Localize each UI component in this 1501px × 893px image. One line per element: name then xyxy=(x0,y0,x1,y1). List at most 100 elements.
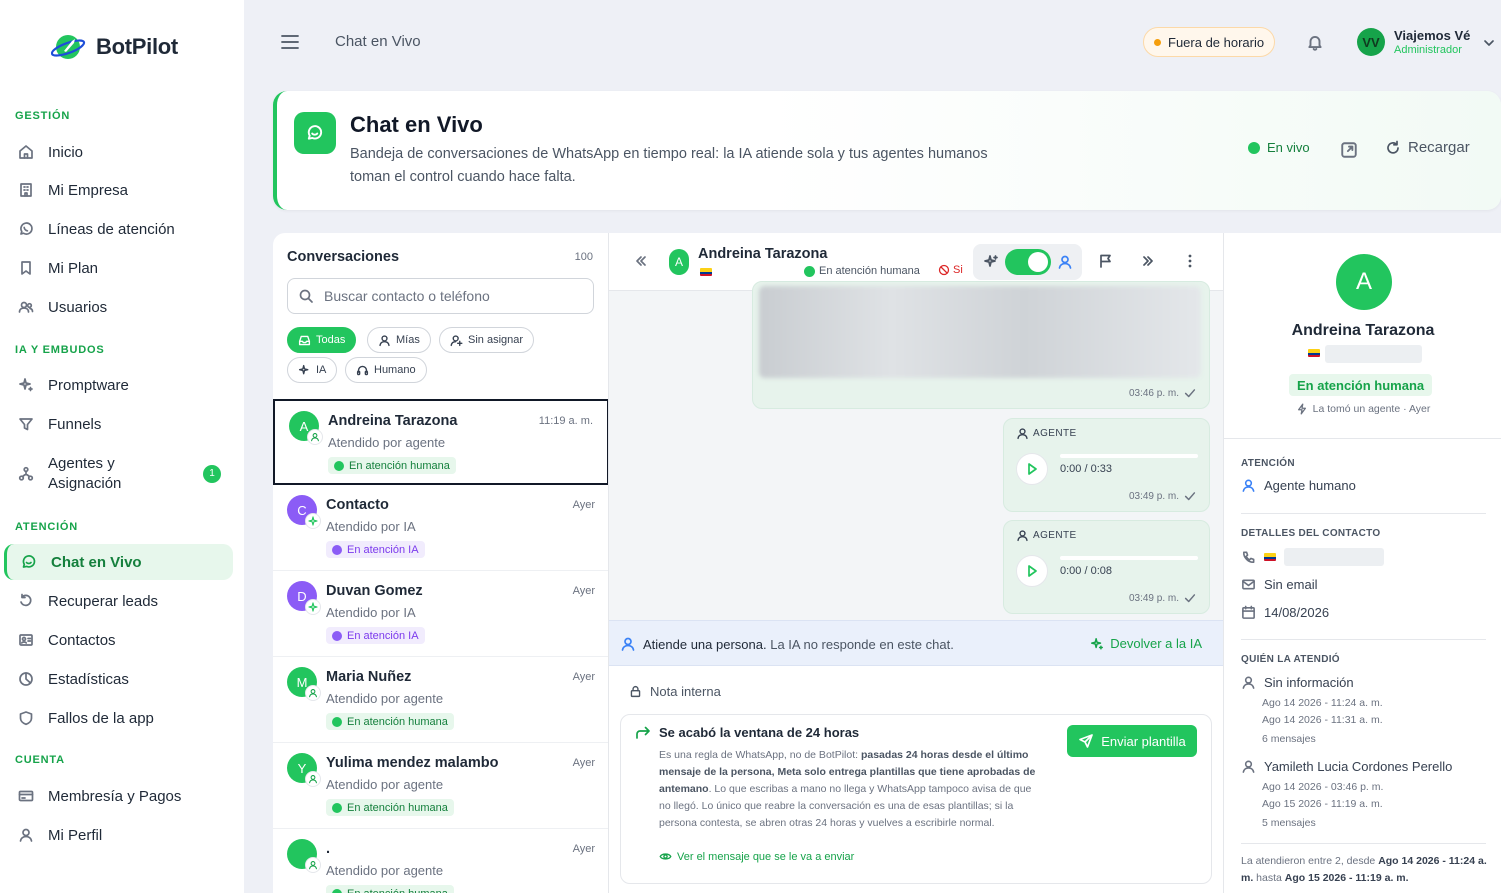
conversation-avatar: D xyxy=(287,581,321,615)
sidebar-item-funnels[interactable]: Funnels xyxy=(4,406,233,442)
user-icon xyxy=(311,433,319,442)
collapse-left-icon[interactable] xyxy=(633,253,649,269)
conversation-name: Yulima mendez malambo xyxy=(326,755,499,771)
user-icon xyxy=(1242,760,1255,773)
divider xyxy=(1241,639,1486,640)
section-atencion: ATENCIÓN xyxy=(15,521,79,533)
tag-dot xyxy=(332,716,342,727)
sidebar-item-inicio[interactable]: Inicio xyxy=(4,134,233,170)
conversation-status-tag: En atención IA xyxy=(326,541,425,558)
sidebar-item-label: Membresía y Pagos xyxy=(48,787,182,805)
conversation-item[interactable]: C Contacto Ayer Atendido por IA En atención … xyxy=(273,485,608,571)
conversation-name: . xyxy=(326,841,331,857)
conversation-item[interactable]: D Duvan Gomez Ayer Atendido por IA En atenci… xyxy=(273,571,608,657)
chevron-down-icon[interactable] xyxy=(1481,35,1497,51)
filter-ia[interactable]: IA xyxy=(287,357,338,383)
conversation-avatar: Y xyxy=(287,753,321,787)
sidebar-item-usuarios[interactable]: Usuarios xyxy=(4,289,233,325)
section-atencion-title: ATENCIÓN xyxy=(1241,458,1295,469)
filter-mias[interactable]: Mías xyxy=(367,327,431,353)
conversation-item[interactable]: A Andreina Tarazona 11:19 a. m. Atendido po… xyxy=(273,399,608,485)
user-avatar[interactable]: VV xyxy=(1357,28,1385,56)
sender-label: AGENTE xyxy=(1016,529,1077,542)
sidebar-item-promptware[interactable]: Promptware xyxy=(4,367,233,403)
handler-badge xyxy=(305,771,321,787)
sidebar-item-chat-en-vivo[interactable]: Chat en Vivo xyxy=(4,544,233,580)
search-input[interactable] xyxy=(324,288,584,304)
brand-logo[interactable]: BotPilot xyxy=(50,30,178,64)
attendant-start: Ago 14 2026 - 11:24 a. m. xyxy=(1262,697,1383,709)
sidebar-item-lineas[interactable]: Líneas de atención xyxy=(4,211,233,247)
conversations-panel: Conversaciones 100 Todas Mías Sin asigna… xyxy=(273,233,609,893)
sidebar-item-estadisticas[interactable]: Estadísticas xyxy=(4,661,233,697)
conversation-time: Ayer xyxy=(572,499,595,511)
sidebar-item-mi-plan[interactable]: Mi Plan xyxy=(4,250,233,286)
bolt-icon xyxy=(1297,403,1306,415)
audio-message: AGENTE 0:00 / 0:33 03:49 p. m. xyxy=(1003,418,1210,512)
attendant-1-details: Ago 14 2026 - 11:24 a. m. Ago 14 2026 - … xyxy=(1262,695,1383,748)
tag-text: En atención IA xyxy=(347,543,419,556)
contact-phone[interactable] xyxy=(1241,548,1384,566)
flag-icon[interactable] xyxy=(1098,253,1114,269)
schedule-status-badge[interactable]: Fuera de horario xyxy=(1143,27,1276,57)
reload-button[interactable]: Recargar xyxy=(1385,139,1470,156)
audio-progress[interactable] xyxy=(1060,454,1198,458)
audio-duration: 0:00 / 0:33 xyxy=(1060,463,1112,475)
send-template-button[interactable]: Enviar plantilla xyxy=(1067,725,1197,757)
user-name[interactable]: Viajemos Vé xyxy=(1394,28,1470,43)
banner-message: Atiende una persona. La IA no responde e… xyxy=(620,636,954,652)
time-text: 03:46 p. m. xyxy=(1128,387,1179,399)
conversations-count: 100 xyxy=(574,251,593,263)
banner-strong: Atiende una persona. xyxy=(643,636,767,652)
date-text: 14/08/2026 xyxy=(1264,605,1330,620)
blocked-text: Si xyxy=(953,264,963,276)
sidebar-item-contactos[interactable]: Contactos xyxy=(4,622,233,658)
filter-humano[interactable]: Humano xyxy=(345,357,427,383)
search-icon xyxy=(299,289,313,303)
message-image[interactable]: 03:46 p. m. xyxy=(752,281,1210,409)
calendar-icon xyxy=(1242,605,1255,619)
conversation-item[interactable]: M Maria Nuñez Ayer Atendido por agente En at… xyxy=(273,657,608,743)
preview-template-link[interactable]: Ver el mensaje que se le va a enviar xyxy=(659,850,854,863)
filter-todas[interactable]: Todas xyxy=(287,327,357,353)
return-to-ai-button[interactable]: Devolver a la IA xyxy=(1090,636,1202,651)
section-details-title: DETALLES DEL CONTACTO xyxy=(1241,528,1381,539)
sidebar-item-agentes[interactable]: Agentes y Asignación 1 xyxy=(4,450,233,498)
headset-icon xyxy=(356,365,369,375)
internal-note-label: Nota interna xyxy=(650,684,721,699)
notification-badge: 1 xyxy=(203,465,221,483)
attendant-1: Sin información xyxy=(1241,675,1354,690)
play-button[interactable] xyxy=(1016,453,1048,485)
chat-panel: A Andreina Tarazona En atención humana S… xyxy=(609,233,1223,893)
expand-right-icon[interactable] xyxy=(1140,253,1156,269)
play-icon xyxy=(1028,463,1037,475)
bell-icon[interactable] xyxy=(1306,33,1324,51)
check-icon xyxy=(1184,492,1196,501)
search-box[interactable] xyxy=(287,278,594,314)
message-time: 03:49 p. m. xyxy=(1129,489,1197,503)
attendant-messages: 5 mensajes xyxy=(1262,817,1316,829)
sidebar-item-label: Estadísticas xyxy=(48,670,129,688)
sender-text: AGENTE xyxy=(1033,428,1077,439)
play-button[interactable] xyxy=(1016,555,1048,587)
contact-email: Sin email xyxy=(1241,577,1317,592)
more-vertical-icon[interactable] xyxy=(1182,253,1198,269)
took-text: La tomó un agente · Ayer xyxy=(1312,403,1431,415)
conversation-handler: Atendido por agente xyxy=(328,435,446,450)
conversation-item[interactable]: . Ayer Atendido por agente En atención huma… xyxy=(273,829,608,893)
sidebar-item-recuperar-leads[interactable]: Recuperar leads xyxy=(4,583,233,619)
sidebar-item-mi-perfil[interactable]: Mi Perfil xyxy=(4,817,233,853)
menu-icon[interactable] xyxy=(280,33,300,51)
sidebar-item-fallos[interactable]: Fallos de la app xyxy=(4,700,233,736)
sidebar-item-membresia[interactable]: Membresía y Pagos xyxy=(4,778,233,814)
audio-progress[interactable] xyxy=(1060,556,1198,560)
sidebar-item-mi-empresa[interactable]: Mi Empresa xyxy=(4,172,233,208)
internal-note-toggle[interactable]: Nota interna xyxy=(629,684,721,699)
handler-badge xyxy=(305,857,321,873)
open-external-icon[interactable] xyxy=(1340,141,1358,159)
attendant-start: Ago 14 2026 - 03:46 p. m. xyxy=(1262,781,1384,793)
filter-sin-asignar[interactable]: Sin asignar xyxy=(439,327,535,353)
phone-blurred xyxy=(1325,345,1422,363)
conversation-item[interactable]: Y Yulima mendez malambo Ayer Atendido por a… xyxy=(273,743,608,829)
ai-human-toggle[interactable] xyxy=(1005,249,1051,275)
